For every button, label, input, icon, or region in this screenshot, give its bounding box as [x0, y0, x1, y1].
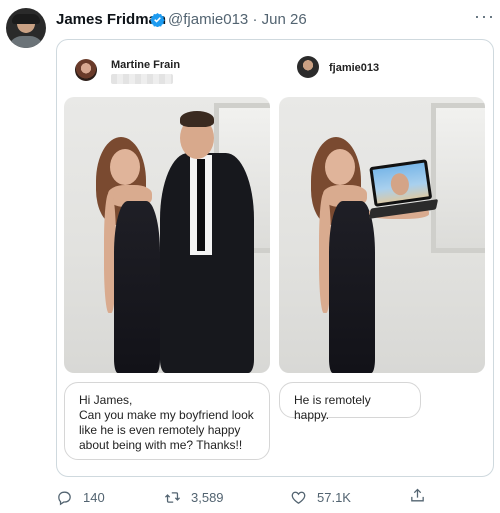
retweet-button[interactable]: 3,589 — [164, 489, 224, 506]
message-line: Can you make my boyfriend look — [79, 408, 254, 422]
blurred-subtext — [111, 74, 173, 84]
more-icon[interactable]: ··· — [474, 6, 495, 27]
verified-badge-icon — [150, 12, 165, 27]
edited-photo — [279, 97, 485, 373]
message-line: about being with me? Thanks!! — [79, 438, 243, 452]
share-icon — [411, 488, 424, 502]
requester-avatar — [75, 59, 97, 81]
editor-name: fjamie013 — [329, 62, 380, 74]
separator: · — [252, 11, 258, 28]
tweet-date[interactable]: Jun 26 — [262, 11, 307, 28]
mirror — [431, 103, 485, 253]
retweet-count: 3,589 — [191, 490, 224, 505]
like-icon — [291, 491, 306, 504]
reply-count: 140 — [83, 490, 105, 505]
author-avatar[interactable] — [6, 8, 46, 48]
like-button[interactable]: 57.1K — [290, 489, 351, 506]
reply-message: He is remotely happy. — [279, 382, 421, 422]
message-line: Hi James, — [79, 393, 133, 407]
message-line: like he is even remotely happy — [79, 423, 241, 437]
reply-icon — [58, 491, 71, 506]
share-button[interactable] — [409, 487, 436, 504]
retweet-icon — [164, 492, 181, 503]
author-handle-date: @fjamie013 · Jun 26 — [168, 11, 307, 28]
request-message: Hi James, Can you make my boyfriend look… — [64, 382, 270, 460]
original-photo — [64, 97, 270, 373]
laptop-image — [368, 159, 439, 225]
requester-name: Martine Frain — [111, 59, 181, 71]
reply-button[interactable]: 140 — [56, 489, 105, 506]
like-count: 57.1K — [317, 490, 351, 505]
author-handle[interactable]: @fjamie013 — [168, 11, 248, 28]
editor-avatar — [297, 56, 319, 78]
